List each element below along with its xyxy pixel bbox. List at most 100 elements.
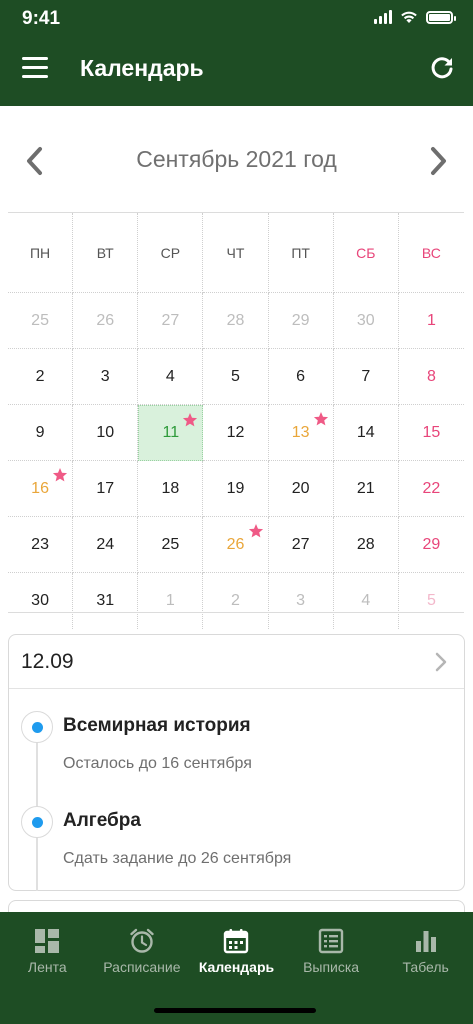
calendar-day[interactable]: 1 <box>398 293 464 349</box>
day-number: 17 <box>96 479 115 497</box>
day-number: 11 <box>162 424 180 441</box>
dot-icon <box>21 711 53 743</box>
weekday-label: ЧТ <box>203 213 269 293</box>
calendar-day[interactable]: 1 <box>138 573 204 629</box>
day-number: 8 <box>426 367 436 385</box>
calendar-day[interactable]: 14 <box>333 405 399 461</box>
calendar-days: 25 26 27 28 29 30 1 2 3 4 5 6 7 8 9 10 11 12 13 14 15 16 17 18 1… <box>8 293 464 629</box>
star-icon <box>183 413 198 427</box>
calendar-day[interactable]: 27 <box>138 293 204 349</box>
day-number: 9 <box>35 423 45 441</box>
nav-label: Выписка <box>303 959 360 975</box>
day-number: 27 <box>161 311 180 329</box>
calendar-day[interactable]: 6 <box>268 349 334 405</box>
day-number: 26 <box>226 535 245 553</box>
calendar-day[interactable]: 3 <box>269 573 334 629</box>
month-navigation: Сентябрь 2021 год <box>0 130 473 190</box>
calendar-day[interactable]: 30 <box>8 573 74 629</box>
calendar-day[interactable]: 22 <box>398 461 464 517</box>
calendar-day[interactable]: 2 <box>8 349 74 405</box>
menu-icon[interactable] <box>22 57 48 79</box>
day-number: 28 <box>356 535 375 553</box>
calendar-day[interactable]: 21 <box>333 461 399 517</box>
calendar-day[interactable]: 19 <box>203 461 269 517</box>
day-number: 26 <box>96 311 115 329</box>
day-number: 30 <box>31 592 49 609</box>
calendar-day[interactable]: 29 <box>268 293 334 349</box>
calendar-day[interactable]: 7 <box>333 349 399 405</box>
weekday-label: ПН <box>8 213 74 293</box>
calendar-day[interactable]: 5 <box>399 573 464 629</box>
calendar-day[interactable]: 12 <box>203 405 269 461</box>
calendar-day[interactable]: 16 <box>8 461 74 517</box>
day-number: 28 <box>226 311 245 329</box>
calendar-day[interactable]: 31 <box>73 573 139 629</box>
day-number: 22 <box>422 479 441 497</box>
calendar-day[interactable]: 25 <box>138 517 204 573</box>
calendar-day[interactable]: 29 <box>398 517 464 573</box>
day-number: 1 <box>165 592 175 609</box>
status-time: 9:41 <box>22 8 61 29</box>
day-number: 27 <box>291 535 310 553</box>
day-number: 16 <box>31 479 49 497</box>
calendar-day[interactable]: 9 <box>8 405 74 461</box>
home-indicator <box>154 1008 316 1013</box>
day-number: 12 <box>226 423 245 441</box>
day-number: 30 <box>356 311 375 329</box>
star-icon <box>248 524 263 538</box>
calendar-day[interactable]: 5 <box>203 349 269 405</box>
calendar-day[interactable]: 3 <box>73 349 139 405</box>
calendar-day[interactable]: 25 <box>8 293 74 349</box>
calendar-day[interactable]: 30 <box>333 293 399 349</box>
calendar-day[interactable]: 17 <box>73 461 139 517</box>
calendar-day[interactable]: 26 <box>203 517 269 573</box>
nav-label: Расписание <box>103 959 181 975</box>
day-number: 2 <box>35 367 45 385</box>
nav-item-feed[interactable]: Лента <box>0 912 95 992</box>
calendar-day[interactable]: 2 <box>203 573 269 629</box>
nav-item-calendar[interactable]: Календарь <box>189 912 284 992</box>
day-number: 21 <box>356 479 375 497</box>
day-number: 20 <box>291 479 310 497</box>
calendar-day[interactable]: 18 <box>138 461 204 517</box>
nav-item-report[interactable]: Табель <box>378 912 473 992</box>
calendar-day[interactable]: 15 <box>398 405 464 461</box>
star-icon <box>313 412 328 426</box>
calendar-day[interactable]: 4 <box>138 349 204 405</box>
calendar-day[interactable]: 27 <box>268 517 334 573</box>
chevron-right-icon[interactable] <box>423 144 453 178</box>
app-header: 9:41 Календарь <box>0 0 473 106</box>
day-number: 25 <box>31 311 49 329</box>
calendar-day[interactable]: 8 <box>398 349 464 405</box>
weekday-label: СР <box>138 213 204 293</box>
nav-label: Табель <box>402 959 449 975</box>
nav-item-schedule[interactable]: Расписание <box>95 912 190 992</box>
day-number: 1 <box>426 311 436 329</box>
day-number: 7 <box>361 367 371 385</box>
day-number: 18 <box>161 479 180 497</box>
event-subtitle: Сдать задание до 26 сентября <box>63 850 292 867</box>
calendar-day[interactable]: 26 <box>73 293 139 349</box>
calendar-day[interactable]: 24 <box>73 517 139 573</box>
calendar-day[interactable]: 20 <box>268 461 334 517</box>
nav-item-statement[interactable]: Выписка <box>284 912 379 992</box>
event-card-date: 12.09 <box>21 650 74 673</box>
event-card-header[interactable]: 12.09 <box>9 635 464 689</box>
dot-icon <box>21 806 53 838</box>
calendar-day[interactable]: 13 <box>268 405 334 461</box>
calendar-day[interactable]: 10 <box>73 405 139 461</box>
calendar-day[interactable]: 23 <box>8 517 74 573</box>
day-number: 24 <box>96 535 115 553</box>
day-number: 29 <box>291 311 310 329</box>
calendar-day-today[interactable]: 11 <box>138 405 204 461</box>
day-number: 3 <box>100 367 110 385</box>
day-number: 3 <box>296 592 306 609</box>
star-icon <box>53 468 68 482</box>
calendar-day[interactable]: 28 <box>203 293 269 349</box>
refresh-icon[interactable] <box>429 55 455 81</box>
status-bar: 9:41 <box>0 0 473 40</box>
status-icons <box>374 10 456 24</box>
calendar-day[interactable]: 28 <box>333 517 399 573</box>
calendar-day[interactable]: 4 <box>334 573 399 629</box>
day-number: 10 <box>96 423 115 441</box>
